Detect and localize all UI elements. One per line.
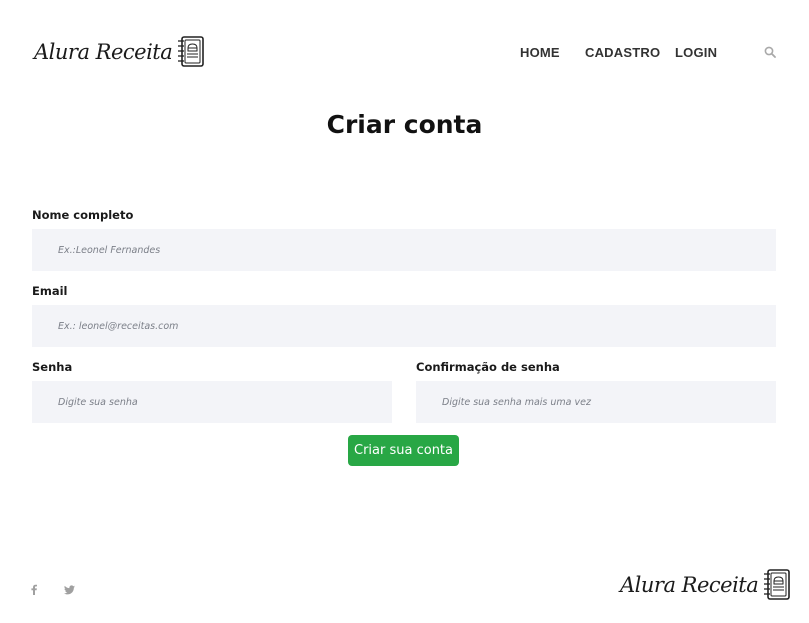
email-input[interactable]	[32, 305, 776, 347]
email-label: Email	[32, 284, 68, 298]
twitter-icon[interactable]	[64, 580, 75, 599]
nome-label: Nome completo	[32, 208, 134, 222]
footer-logo-text: Alura Receita	[620, 573, 759, 597]
facebook-glyph	[31, 584, 37, 595]
twitter-glyph	[64, 585, 75, 595]
senha-input[interactable]	[32, 381, 392, 423]
nav-item-home[interactable]: HOME	[520, 45, 560, 60]
criar-conta-button[interactable]: Criar sua conta	[348, 435, 459, 466]
page-title: Criar conta	[326, 110, 483, 139]
facebook-icon[interactable]	[31, 580, 37, 599]
recipe-book-icon	[178, 36, 205, 67]
nav-item-login[interactable]: LOGIN	[675, 45, 717, 60]
search-icon[interactable]	[764, 46, 776, 58]
nav-item-cadastro[interactable]: CADASTRO	[585, 45, 660, 60]
recipe-book-icon	[764, 569, 791, 600]
nome-input[interactable]	[32, 229, 776, 271]
header-logo[interactable]: Alura Receita	[34, 35, 206, 69]
logo-text: Alura Receita	[34, 40, 173, 64]
confirmacao-input[interactable]	[416, 381, 776, 423]
footer-logo[interactable]: Alura Receita	[620, 568, 792, 602]
confirmacao-label: Confirmação de senha	[416, 360, 560, 374]
senha-label: Senha	[32, 360, 73, 374]
